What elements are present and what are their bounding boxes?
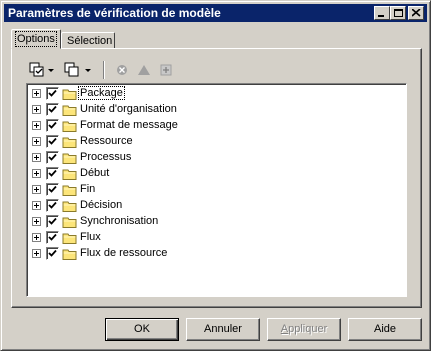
close-button[interactable] (408, 6, 424, 20)
tree-item-checkbox[interactable] (46, 103, 59, 116)
tab-selection-label: Sélection (67, 35, 113, 47)
tree-item[interactable]: Début (27, 166, 406, 182)
tree-item-checkbox[interactable] (46, 151, 59, 164)
expand-icon[interactable] (32, 249, 41, 258)
tree-item[interactable]: Package (27, 86, 406, 102)
checkmark-icon (48, 233, 57, 241)
checkmark-icon (48, 249, 57, 257)
deselect-icon[interactable] (64, 62, 80, 78)
tree-item-label: Synchronisation (80, 215, 159, 227)
expand-icon[interactable] (32, 185, 41, 194)
clear-icon (117, 65, 127, 75)
folder-icon (62, 217, 77, 228)
checkmark-icon (48, 89, 57, 97)
folder-icon (62, 233, 77, 244)
help-button-label: Aide (373, 323, 397, 335)
tree-item-label: Fin (80, 183, 96, 195)
tree-item[interactable]: Ressource (27, 134, 406, 150)
close-icon (412, 9, 421, 17)
tree-item[interactable]: Unité d'organisation (27, 102, 406, 118)
checkmark-icon (48, 105, 57, 113)
tree-item-label: Décision (80, 199, 123, 211)
checkmark-icon (48, 185, 57, 193)
title-bar[interactable]: Paramètres de vérification de modèle (4, 4, 427, 22)
maximize-icon (394, 9, 403, 17)
minimize-button[interactable] (374, 6, 390, 20)
tree-item[interactable]: Flux de ressource (27, 246, 406, 262)
cancel-button-label: Annuler (204, 323, 242, 335)
folder-icon (62, 89, 77, 100)
tree-item-label: Processus (80, 151, 132, 163)
expand-icon[interactable] (32, 105, 41, 114)
tree-item-label: Flux (80, 231, 101, 243)
folder-icon (62, 105, 77, 116)
expand-icon[interactable] (32, 153, 41, 162)
expand-icon[interactable] (32, 121, 41, 130)
select-all-icon[interactable] (29, 62, 45, 78)
checkmark-icon (48, 217, 57, 225)
apply-button-mnemonic: A (280, 323, 289, 335)
tree-item-checkbox[interactable] (46, 87, 59, 100)
tree-item-checkbox[interactable] (46, 167, 59, 180)
ok-button[interactable]: OK (105, 318, 179, 341)
tree-item[interactable]: Synchronisation (27, 214, 406, 230)
tree-item-label: Ressource (80, 135, 133, 147)
tree-item[interactable]: Processus (27, 150, 406, 166)
tree-item-checkbox[interactable] (46, 199, 59, 212)
tab-selection[interactable]: Sélection (61, 32, 115, 49)
expand-icon[interactable] (32, 89, 41, 98)
expand-icon[interactable] (32, 169, 41, 178)
checkmark-icon (48, 137, 57, 145)
checkmark-icon (48, 169, 57, 177)
tree-item-checkbox[interactable] (46, 119, 59, 132)
folder-icon (62, 185, 77, 196)
apply-button[interactable]: Appliquer (267, 318, 341, 341)
dropdown-arrow-icon[interactable] (84, 62, 92, 78)
folder-icon (62, 137, 77, 148)
warning-icon (138, 65, 150, 75)
ok-button-label: OK (134, 323, 150, 335)
tree-item-label: Flux de ressource (80, 247, 168, 259)
tree-item-label: Package (78, 86, 125, 100)
tree-item[interactable]: Fin (27, 182, 406, 198)
tab-options[interactable]: Options (11, 29, 61, 49)
toolbar-separator (103, 61, 105, 79)
tree-item-checkbox[interactable] (46, 215, 59, 228)
tree-item-checkbox[interactable] (46, 183, 59, 196)
checkmark-icon (48, 201, 57, 209)
folder-icon (62, 121, 77, 132)
expand-icon[interactable] (32, 137, 41, 146)
tree-item[interactable]: Format de message (27, 118, 406, 134)
help-button[interactable]: Aide (348, 318, 422, 341)
expand-icon[interactable] (32, 217, 41, 226)
tree-item[interactable]: Flux (27, 230, 406, 246)
checkmark-icon (48, 121, 57, 129)
model-check-tree[interactable]: Package Unité d'organisation Format de mes… (26, 83, 407, 297)
cancel-button[interactable]: Annuler (186, 318, 260, 341)
folder-icon (62, 169, 77, 180)
expand-icon[interactable] (32, 201, 41, 210)
tree-item[interactable]: Décision (27, 198, 406, 214)
tree-item-label: Format de message (80, 119, 178, 131)
dialog-window: Paramètres de vérification de modèle Opt… (0, 0, 431, 351)
dropdown-arrow-icon[interactable] (47, 62, 55, 78)
tree-item-label: Unité d'organisation (80, 103, 177, 115)
expand-icon[interactable] (32, 233, 41, 242)
apply-button-label: ppliquer (288, 323, 328, 335)
window-title: Paramètres de vérification de modèle (8, 6, 221, 20)
folder-icon (62, 153, 77, 164)
tree-item-label: Début (80, 167, 110, 179)
maximize-button[interactable] (390, 6, 406, 20)
minimize-icon (378, 15, 384, 17)
tree-item-checkbox[interactable] (46, 247, 59, 260)
folder-icon (62, 201, 77, 212)
tab-options-label: Options (15, 31, 57, 47)
add-icon (160, 64, 172, 76)
tree-item-checkbox[interactable] (46, 135, 59, 148)
checkmark-icon (48, 153, 57, 161)
tree-item-checkbox[interactable] (46, 231, 59, 244)
folder-icon (62, 249, 77, 260)
